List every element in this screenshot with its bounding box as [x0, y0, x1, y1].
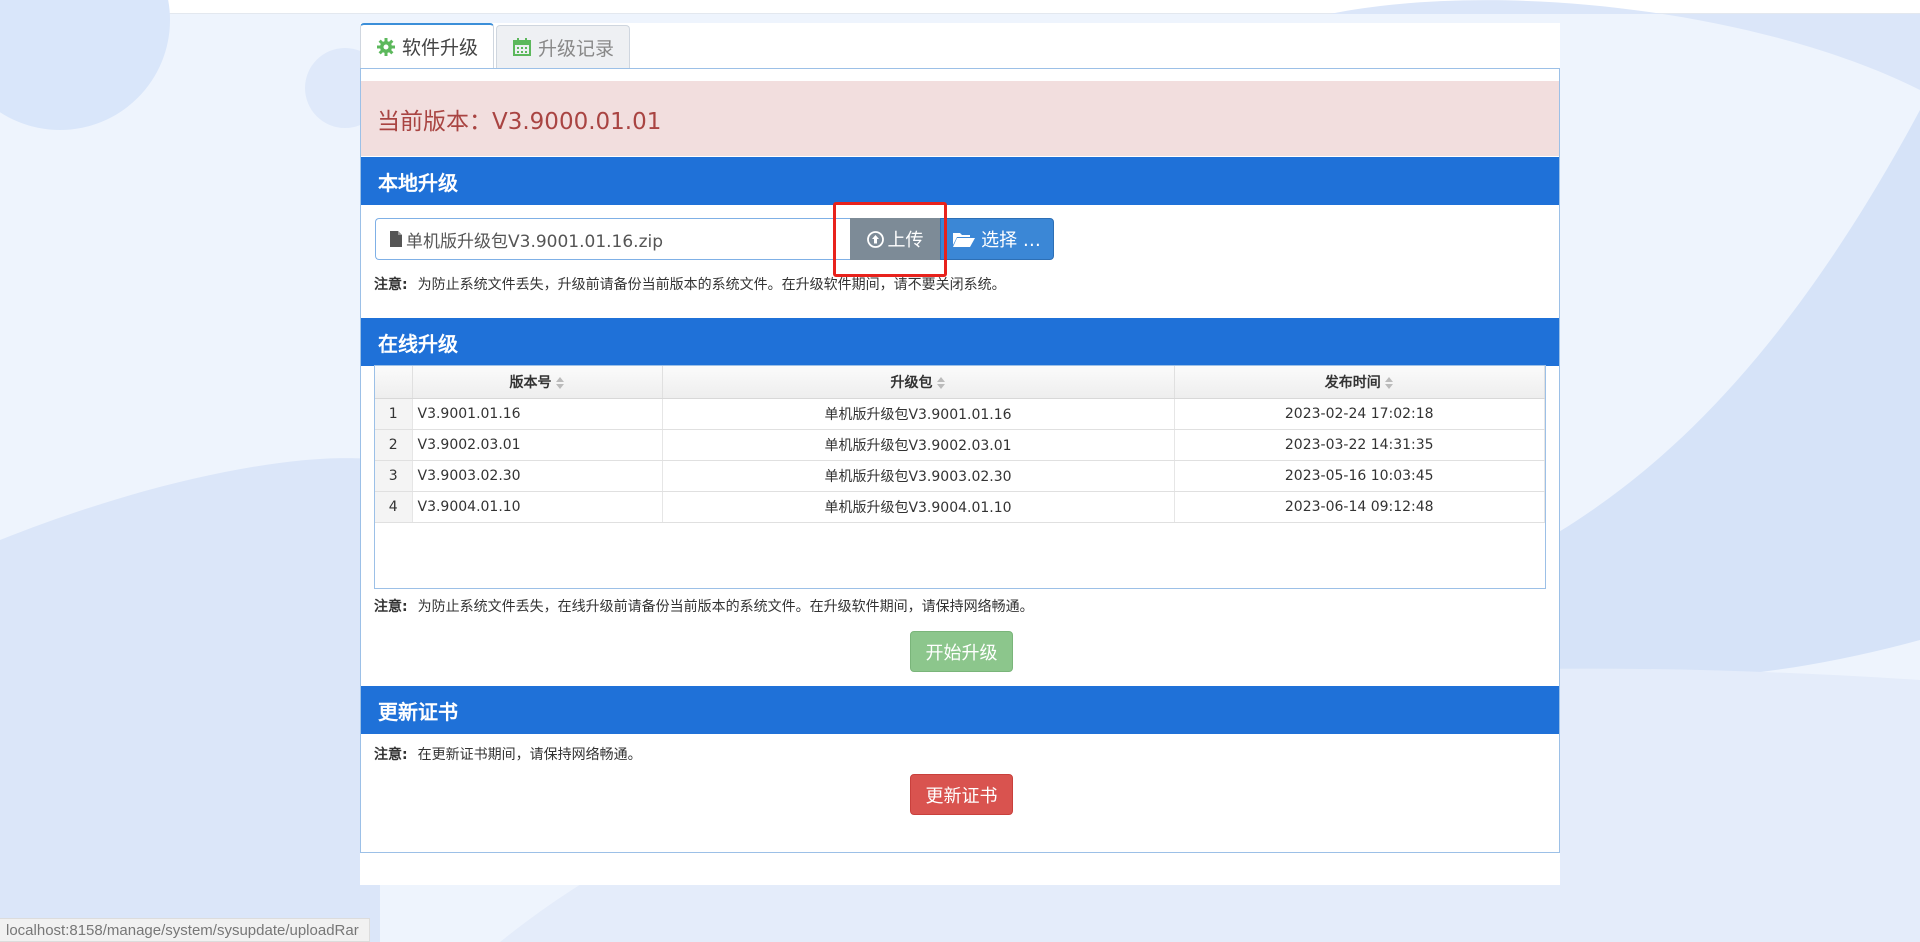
notice-text: 为防止系统文件丢失，升级前请备份当前版本的系统文件。在升级软件期间，请不要关闭系…	[417, 277, 1006, 293]
notice-text: 在更新证书期间，请保持网络畅通。	[417, 747, 642, 763]
package-cell: 单机版升级包V3.9003.02.30	[662, 460, 1175, 492]
time-cell: 2023-02-24 17:02:18	[1174, 398, 1545, 430]
tab-software-upgrade[interactable]: 软件升级	[360, 23, 495, 68]
row-number: 2	[375, 429, 413, 461]
table-row[interactable]: 3 V3.9003.02.30 单机版升级包V3.9003.02.30 2023…	[375, 460, 1545, 492]
tab-upgrade-records[interactable]: 升级记录	[496, 25, 631, 68]
table-row[interactable]: 1 V3.9001.01.16 单机版升级包V3.9001.01.16 2023…	[375, 398, 1545, 430]
upload-circle-icon	[866, 230, 884, 248]
row-number-header	[375, 366, 413, 399]
sort-icon	[936, 376, 946, 389]
upgrade-package-grid: 版本号 升级包 发布时间 1 V3.9001.01.16 单机版升级包V3.90…	[374, 365, 1546, 589]
notice-label: 注意:	[374, 277, 408, 293]
time-cell: 2023-03-22 14:31:35	[1174, 429, 1545, 461]
package-cell: 单机版升级包V3.9001.01.16	[662, 398, 1175, 430]
tab-label: 升级记录	[538, 37, 615, 60]
upload-button[interactable]: 上传	[850, 218, 940, 260]
section-title: 本地升级	[378, 170, 458, 195]
start-upgrade-button[interactable]: 开始升级	[910, 631, 1013, 672]
section-title: 在线升级	[378, 331, 458, 356]
online-upgrade-header: 在线升级	[361, 318, 1559, 366]
sort-icon	[1384, 376, 1394, 389]
select-label: 选择 …	[981, 230, 1041, 251]
version-cell: V3.9002.03.01	[412, 429, 663, 461]
table-row[interactable]: 4 V3.9004.01.10 单机版升级包V3.9004.01.10 2023…	[375, 491, 1545, 523]
gear-icon	[377, 37, 395, 56]
online-upgrade-notice: 注意: 为防止系统文件丢失，在线升级前请备份当前版本的系统文件。在升级软件期间，请…	[374, 596, 1034, 616]
current-version-text: 当前版本：V3.9000.01.01	[377, 108, 662, 135]
row-number: 4	[375, 491, 413, 523]
version-cell: V3.9003.02.30	[412, 460, 663, 492]
calendar-icon	[513, 38, 532, 56]
status-bar-url: localhost:8158/manage/system/sysupdate/u…	[0, 918, 370, 942]
upload-label: 上传	[887, 230, 924, 251]
certificate-notice: 注意: 在更新证书期间，请保持网络畅通。	[374, 744, 642, 764]
row-number: 1	[375, 398, 413, 430]
column-header-version[interactable]: 版本号	[412, 366, 663, 399]
local-upgrade-notice: 注意: 为防止系统文件丢失，升级前请备份当前版本的系统文件。在升级软件期间，请不要…	[374, 274, 1006, 294]
notice-label: 注意:	[374, 599, 408, 615]
content-box: 当前版本：V3.9000.01.01 本地升级 单机版升级包V3.9001.01…	[360, 68, 1560, 853]
time-cell: 2023-05-16 10:03:45	[1174, 460, 1545, 492]
local-upgrade-header: 本地升级	[361, 157, 1559, 205]
tab-label: 软件升级	[402, 37, 479, 59]
update-certificate-button[interactable]: 更新证书	[910, 774, 1013, 815]
select-file-button[interactable]: 选择 …	[940, 218, 1054, 260]
section-title: 更新证书	[378, 699, 458, 724]
file-icon	[390, 231, 402, 247]
time-cell: 2023-06-14 09:12:48	[1174, 491, 1545, 523]
current-version-banner: 当前版本：V3.9000.01.01	[361, 81, 1559, 156]
notice-label: 注意:	[374, 747, 408, 763]
package-cell: 单机版升级包V3.9002.03.01	[662, 429, 1175, 461]
table-row[interactable]: 2 V3.9002.03.01 单机版升级包V3.9002.03.01 2023…	[375, 429, 1545, 461]
package-cell: 单机版升级包V3.9004.01.10	[662, 491, 1175, 523]
file-path-input[interactable]: 单机版升级包V3.9001.01.16.zip	[375, 218, 850, 260]
column-header-package[interactable]: 升级包	[662, 366, 1175, 399]
update-certificate-header: 更新证书	[361, 686, 1559, 734]
version-cell: V3.9004.01.10	[412, 491, 663, 523]
file-name: 单机版升级包V3.9001.01.16.zip	[406, 231, 664, 252]
version-cell: V3.9001.01.16	[412, 398, 663, 430]
upgrade-panel: 软件升级 升级记录 当前版本：V3.9000.01.01 本地升级 单机版升级包…	[360, 23, 1560, 885]
sort-icon	[555, 376, 565, 389]
tab-bar: 软件升级 升级记录	[360, 23, 632, 68]
row-number: 3	[375, 460, 413, 492]
column-header-time[interactable]: 发布时间	[1174, 366, 1545, 399]
folder-open-icon	[953, 233, 976, 247]
notice-text: 为防止系统文件丢失，在线升级前请备份当前版本的系统文件。在升级软件期间，请保持网…	[417, 599, 1034, 615]
